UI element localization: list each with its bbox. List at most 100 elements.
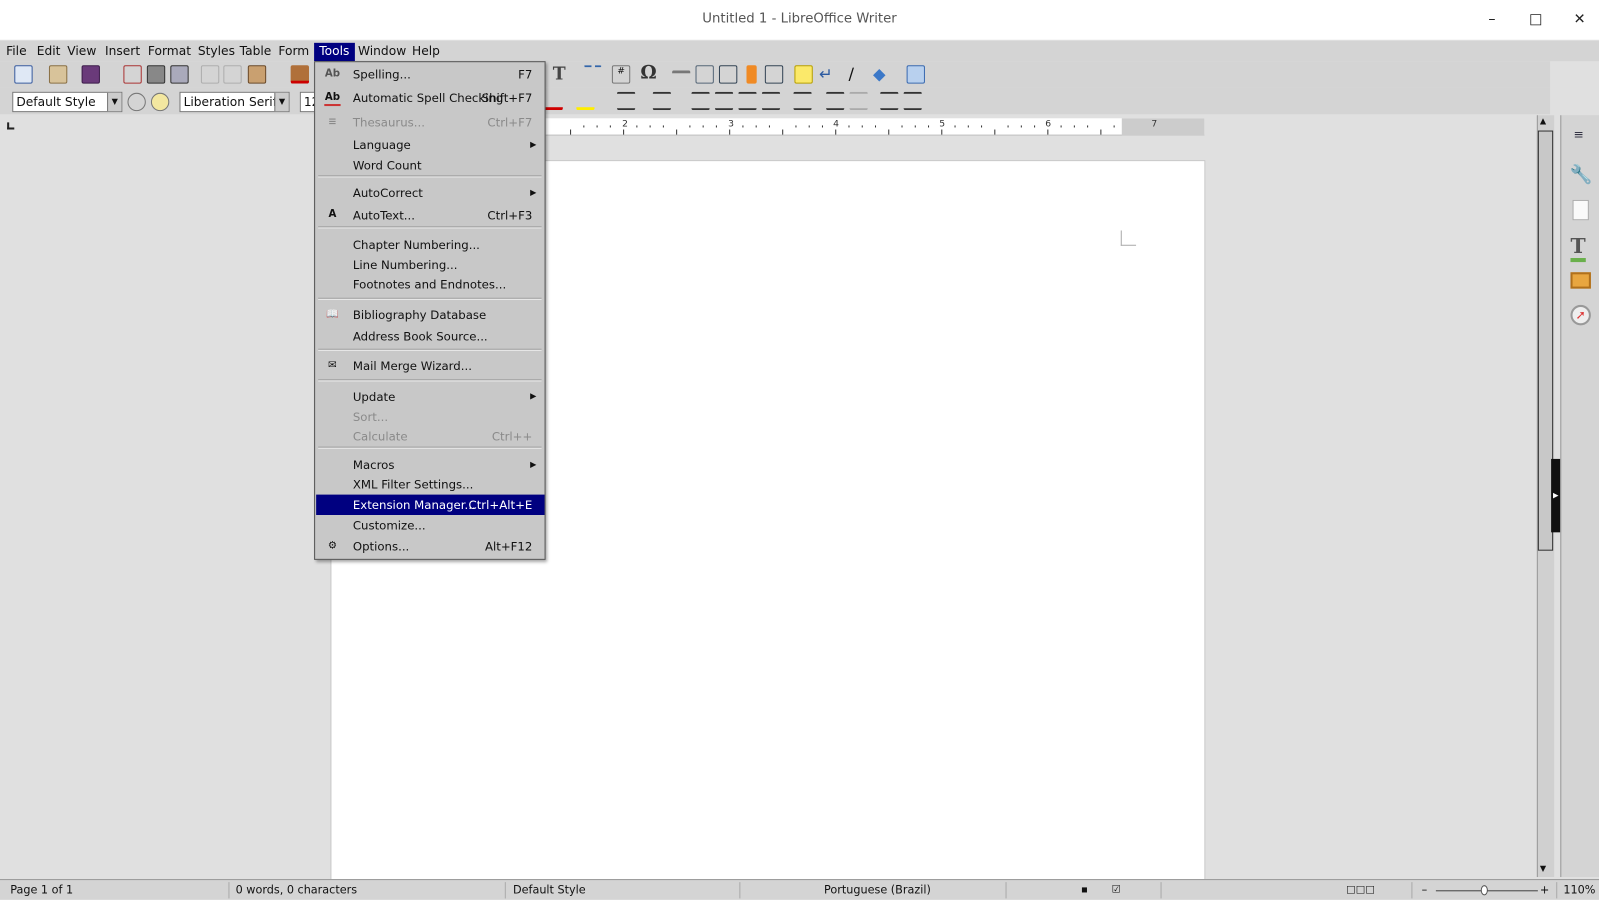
zoom-in-button[interactable]: + [1540, 880, 1549, 900]
menu-item-xml-filter-settings[interactable]: XML Filter Settings... [316, 474, 544, 494]
close-button[interactable]: ✕ [1567, 8, 1591, 32]
field-icon[interactable]: # [611, 65, 631, 84]
menu-item-automatic-spell-checking[interactable]: Ab Automatic Spell Checking Shift+F7 [316, 88, 544, 108]
sidebar-collapse-handle[interactable]: ▶ [1551, 458, 1561, 533]
export-pdf-icon[interactable] [123, 65, 142, 84]
chevron-down-icon[interactable]: ▼ [274, 92, 289, 112]
cut-icon[interactable] [200, 65, 220, 84]
hyperlink-icon[interactable] [672, 70, 691, 76]
menu-item-chapter-numbering[interactable]: Chapter Numbering... [316, 235, 544, 255]
menu-view[interactable]: View [64, 43, 99, 61]
digital-signature-icon[interactable]: ☑ [1112, 880, 1121, 900]
styles-icon[interactable]: T [1570, 234, 1586, 263]
menu-insert[interactable]: Insert [102, 43, 143, 61]
page-break-icon[interactable] [583, 65, 602, 83]
menu-item-footnotes-and-endnotes[interactable]: Footnotes and Endnotes... [316, 274, 544, 294]
open-folder-icon[interactable] [48, 65, 68, 84]
justify-icon[interactable] [761, 91, 781, 111]
page-icon[interactable] [1572, 199, 1589, 221]
menu-format[interactable]: Format [145, 43, 194, 61]
comment-icon[interactable] [794, 65, 813, 84]
paste-icon[interactable] [247, 65, 267, 84]
font-color-icon[interactable] [544, 92, 563, 111]
properties-wrench-icon[interactable]: 🔧 [1569, 164, 1592, 185]
menu-item-line-numbering[interactable]: Line Numbering... [316, 255, 544, 275]
print-icon[interactable] [146, 65, 166, 84]
menu-help[interactable]: Help [409, 43, 443, 61]
zoom-level[interactable]: 110% [1563, 880, 1595, 900]
insert-mode-icon[interactable]: ▪ [1081, 880, 1088, 900]
paragraph-style-combo[interactable]: Default Style ▼ [12, 91, 123, 113]
view-layout-icons[interactable]: □□□ [1346, 880, 1375, 900]
menu-file[interactable]: File [3, 43, 30, 61]
new-document-icon[interactable] [14, 65, 33, 84]
sidebar-toggle-icon[interactable] [906, 65, 925, 84]
special-character-icon[interactable]: Ω [640, 64, 658, 82]
menu-item-autocorrect[interactable]: AutoCorrect ▶ [316, 183, 544, 203]
menu-window[interactable]: Window [355, 43, 409, 61]
scroll-down-arrow-icon[interactable]: ▼ [1540, 864, 1546, 873]
line-spacing-icon[interactable] [793, 91, 812, 111]
clone-formatting-icon[interactable] [290, 65, 309, 84]
align-left-icon[interactable] [691, 91, 710, 111]
menu-table[interactable]: Table [237, 43, 275, 61]
font-name-combo[interactable]: Liberation Serif ▼ [179, 91, 290, 113]
cross-reference-icon[interactable] [764, 65, 784, 84]
tab-stop-icon[interactable] [7, 122, 15, 130]
footnote-icon[interactable] [695, 65, 714, 84]
menu-item-extension-manager[interactable]: Extension Manager... Ctrl+Alt+E [316, 494, 545, 515]
menu-form[interactable]: Form [275, 43, 312, 61]
gallery-icon[interactable] [1570, 272, 1591, 289]
unordered-list-icon[interactable] [616, 91, 636, 111]
decrease-paragraph-spacing-icon[interactable] [849, 91, 868, 111]
menu-item-macros[interactable]: Macros ▶ [316, 455, 544, 475]
menu-item-update[interactable]: Update ▶ [316, 387, 544, 407]
language[interactable]: Portuguese (Brazil) [824, 880, 931, 900]
scroll-up-arrow-icon[interactable]: ▲ [1540, 116, 1546, 125]
menu-item-bibliography-database[interactable]: 📖 Bibliography Database [316, 305, 544, 325]
bookmark-icon[interactable] [746, 65, 757, 84]
menu-item-spelling[interactable]: Ab Spelling... F7 [316, 64, 544, 84]
chevron-down-icon[interactable]: ▼ [107, 92, 122, 112]
menu-item-address-book-source[interactable]: Address Book Source... [316, 326, 544, 346]
update-style-icon[interactable] [127, 92, 146, 112]
navigator-compass-icon[interactable]: ➚ [1570, 304, 1591, 326]
maximize-button[interactable]: □ [1524, 8, 1548, 32]
word-count[interactable]: 0 words, 0 characters [236, 880, 358, 900]
caption-icon[interactable] [718, 65, 738, 84]
zoom-out-button[interactable]: – [1422, 880, 1428, 900]
menu-item-language[interactable]: Language ▶ [316, 135, 544, 155]
ordered-list-icon[interactable] [652, 91, 672, 111]
menu-item-sort[interactable]: Sort... [316, 407, 544, 427]
align-right-icon[interactable] [738, 91, 757, 111]
align-center-icon[interactable] [714, 91, 734, 111]
print-preview-icon[interactable] [170, 65, 189, 84]
text-box-icon[interactable]: T [553, 65, 571, 83]
horizontal-ruler[interactable]: 2 3 4 5 6 [545, 118, 1205, 136]
menu-item-customize[interactable]: Customize... [316, 515, 544, 535]
menu-tools[interactable]: Tools [314, 42, 355, 62]
line-icon[interactable]: ∕ [848, 65, 866, 83]
sidebar-menu-icon[interactable]: ≡ [1574, 127, 1584, 141]
increase-indent-icon[interactable] [880, 91, 899, 111]
minimize-button[interactable]: – [1480, 8, 1504, 32]
menu-item-autotext[interactable]: A AutoText... Ctrl+F3 [316, 205, 544, 225]
menu-item-options[interactable]: ⚙ Options... Alt+F12 [316, 536, 544, 556]
save-icon[interactable] [81, 65, 100, 84]
basic-shapes-icon[interactable]: ◆ [873, 65, 891, 83]
menu-edit[interactable]: Edit [34, 43, 64, 61]
menu-item-thesaurus[interactable]: ≡ Thesaurus... Ctrl+F7 [316, 112, 544, 132]
highlight-color-icon[interactable] [576, 92, 595, 111]
copy-icon[interactable] [223, 65, 242, 84]
menu-styles[interactable]: Styles [195, 43, 238, 61]
increase-paragraph-spacing-icon[interactable] [826, 91, 845, 111]
decrease-indent-icon[interactable] [903, 91, 922, 111]
page-count[interactable]: Page 1 of 1 [10, 880, 73, 900]
zoom-slider-handle[interactable] [1480, 885, 1488, 896]
menu-item-calculate[interactable]: Calculate Ctrl++ [316, 426, 544, 446]
new-style-icon[interactable] [150, 92, 170, 112]
track-changes-icon[interactable]: ↵ [819, 65, 837, 83]
menu-item-mail-merge-wizard[interactable]: ✉ Mail Merge Wizard... [316, 356, 544, 376]
menu-item-word-count[interactable]: Word Count [316, 155, 544, 175]
page-style[interactable]: Default Style [513, 880, 586, 900]
